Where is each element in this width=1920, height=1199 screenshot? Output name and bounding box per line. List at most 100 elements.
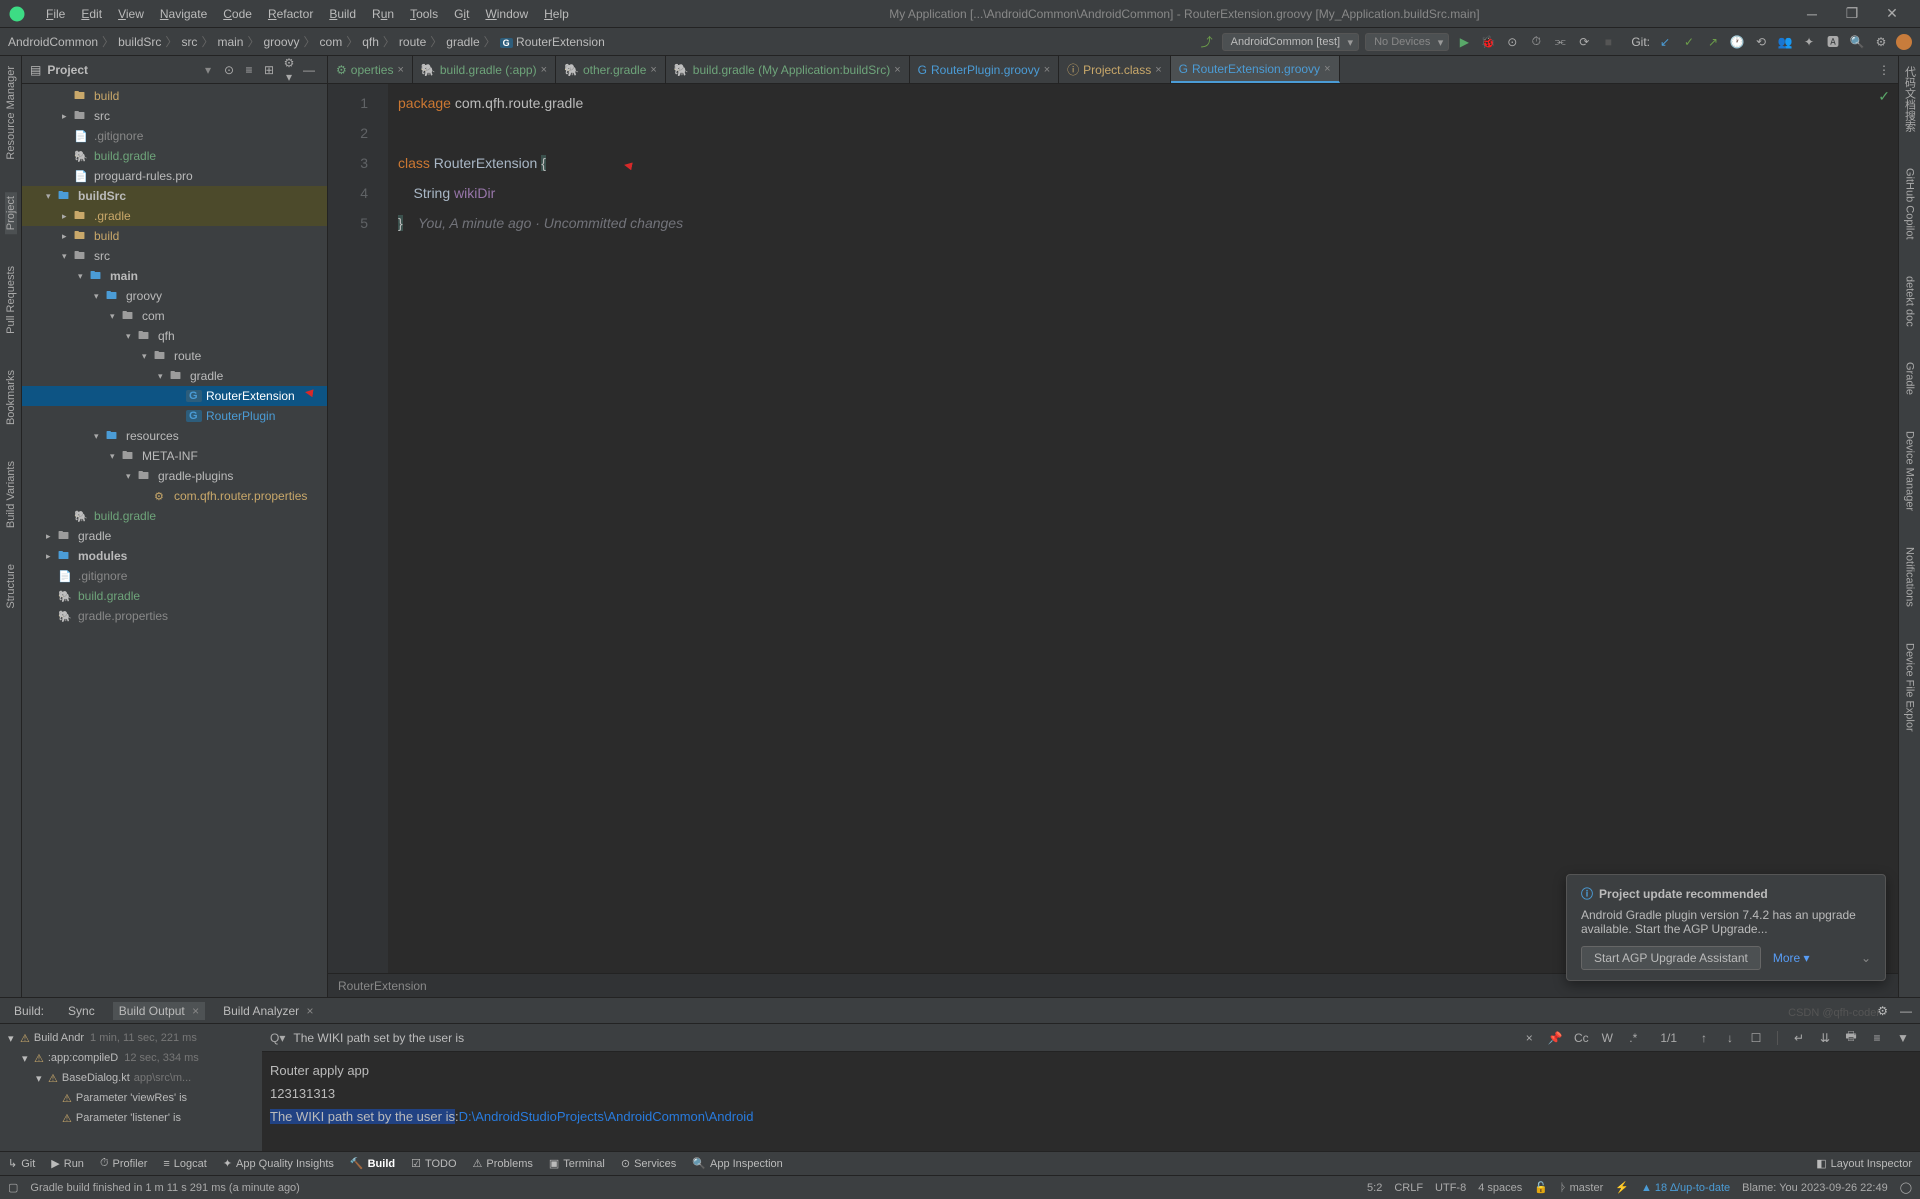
tree-item[interactable]: ▾🖿META-INF bbox=[22, 446, 327, 466]
build-tree[interactable]: ▾⚠Build Andr1 min, 11 sec, 221 ms▾⚠:app:… bbox=[0, 1024, 262, 1151]
tree-item[interactable]: 🐘build.gradle bbox=[22, 586, 327, 606]
code-content[interactable]: package com.qfh.route.gradle class Route… bbox=[388, 84, 1898, 973]
tree-item[interactable]: ▾🖿com bbox=[22, 306, 327, 326]
next-match-icon[interactable]: ↓ bbox=[1721, 1031, 1739, 1045]
tree-item[interactable]: ▾🖿route bbox=[22, 346, 327, 366]
search-icon[interactable]: 🔍 bbox=[1848, 33, 1866, 51]
right-notifications[interactable]: Notifications bbox=[1904, 543, 1916, 611]
build-icon[interactable]: ⤴ bbox=[1198, 33, 1216, 51]
profile-button[interactable]: ⏱ bbox=[1527, 33, 1545, 51]
git-rollback-icon[interactable]: ⟲ bbox=[1752, 33, 1770, 51]
console-output[interactable]: Router apply app 123131313 The WIKI path… bbox=[262, 1052, 1920, 1151]
build-tree-item[interactable]: ▾⚠:app:compileD12 sec, 334 ms bbox=[4, 1048, 258, 1068]
tree-item[interactable]: 📄proguard-rules.pro bbox=[22, 166, 327, 186]
build-tab-sync[interactable]: Sync bbox=[62, 1002, 101, 1020]
build-hide-icon[interactable]: — bbox=[1900, 1004, 1912, 1018]
tree-item[interactable]: ▸🖿modules bbox=[22, 546, 327, 566]
more-link[interactable]: More ▾ bbox=[1773, 951, 1810, 965]
stop-button[interactable]: ■ bbox=[1599, 33, 1617, 51]
analysis-ok-icon[interactable]: ✓ bbox=[1878, 88, 1890, 105]
editor-tab[interactable]: GRouterPlugin.groovy× bbox=[910, 56, 1060, 83]
build-tree-item[interactable]: ▾⚠Build Andr1 min, 11 sec, 221 ms bbox=[4, 1028, 258, 1048]
git-history-icon[interactable]: 🕐 bbox=[1728, 33, 1746, 51]
crumb[interactable]: buildSrc bbox=[118, 35, 161, 49]
soft-wrap-icon[interactable]: ↵ bbox=[1790, 1031, 1808, 1045]
left-project[interactable]: Project bbox=[5, 192, 17, 234]
menu-build[interactable]: Build bbox=[321, 7, 364, 21]
tree-item[interactable]: 📄.gitignore bbox=[22, 566, 327, 586]
expand-button[interactable]: ⊞ bbox=[259, 63, 279, 77]
tree-item[interactable]: ▸🖿src bbox=[22, 106, 327, 126]
settings-icon[interactable]: ⚙ bbox=[1872, 33, 1890, 51]
left-bookmarks[interactable]: Bookmarks bbox=[5, 366, 17, 429]
tree-item[interactable]: 🖿build bbox=[22, 86, 327, 106]
tab-more-icon[interactable]: ⋮ bbox=[1870, 63, 1898, 77]
tw-todo[interactable]: ☑ TODO bbox=[411, 1157, 456, 1170]
build-tree-item[interactable]: ⚠Parameter 'viewRes' is bbox=[4, 1088, 258, 1108]
editor-tab[interactable]: 🐘other.gradle× bbox=[556, 56, 666, 83]
close-icon[interactable]: × bbox=[307, 1004, 314, 1018]
tool-window-toggle-icon[interactable]: ▢ bbox=[8, 1181, 18, 1194]
git-blame[interactable]: Blame: You 2023-09-26 22:49 bbox=[1742, 1182, 1888, 1194]
tree-item[interactable]: 🐘gradle.properties bbox=[22, 606, 327, 626]
right-copilot[interactable]: GitHub Copilot bbox=[1904, 164, 1916, 244]
left-resource-manager[interactable]: Resource Manager bbox=[5, 62, 17, 164]
editor-tab[interactable]: ⚙operties× bbox=[328, 56, 413, 83]
avatar-icon[interactable] bbox=[1896, 34, 1912, 50]
right-file-explorer[interactable]: Device File Explor bbox=[1904, 639, 1916, 736]
build-tab-output[interactable]: Build Output × bbox=[113, 1002, 205, 1020]
crumb[interactable]: com bbox=[320, 35, 343, 49]
git-branch[interactable]: ᚦ master bbox=[1560, 1182, 1603, 1194]
crumb[interactable]: groovy bbox=[263, 35, 299, 49]
close-icon[interactable]: × bbox=[192, 1004, 199, 1018]
tw-git[interactable]: ↳ Git bbox=[8, 1157, 35, 1170]
match-case-icon[interactable]: Cc bbox=[1572, 1031, 1590, 1045]
maximize-button[interactable]: ❐ bbox=[1832, 5, 1872, 22]
tree-item[interactable]: ▾🖿buildSrc bbox=[22, 186, 327, 206]
indent[interactable]: 4 spaces bbox=[1478, 1182, 1522, 1194]
prev-match-icon[interactable]: ↑ bbox=[1695, 1031, 1713, 1045]
menu-run[interactable]: Run bbox=[364, 7, 402, 21]
device-combo[interactable]: No Devices bbox=[1365, 33, 1449, 51]
tree-item[interactable]: GRouterPlugin bbox=[22, 406, 327, 426]
editor-tab[interactable]: GRouterExtension.groovy× bbox=[1171, 56, 1340, 83]
right-device-manager[interactable]: Device Manager bbox=[1904, 427, 1916, 515]
search-input[interactable]: The WIKI path set by the user is bbox=[293, 1031, 1512, 1045]
tw-build[interactable]: 🔨 Build bbox=[350, 1157, 395, 1170]
tree-item[interactable]: ▸🖿build bbox=[22, 226, 327, 246]
locate-button[interactable]: ⊙ bbox=[219, 63, 239, 77]
crumb[interactable]: main bbox=[217, 35, 243, 49]
warnings[interactable]: ▲ 18 ∆/up-to-date bbox=[1641, 1182, 1730, 1194]
run-button[interactable]: ▶ bbox=[1455, 33, 1473, 51]
git-commit-icon[interactable]: ✓ bbox=[1680, 33, 1698, 51]
select-all-icon[interactable]: ☐ bbox=[1747, 1031, 1765, 1045]
coverage-button[interactable]: ⊙ bbox=[1503, 33, 1521, 51]
sync-button[interactable]: ⟳ bbox=[1575, 33, 1593, 51]
build-tab-analyzer[interactable]: Build Analyzer × bbox=[217, 1002, 319, 1020]
hide-panel-button[interactable]: — bbox=[299, 63, 319, 77]
crumb[interactable]: route bbox=[399, 35, 426, 49]
menu-view[interactable]: View bbox=[110, 7, 152, 21]
menu-window[interactable]: Window bbox=[477, 7, 536, 21]
close-icon[interactable]: × bbox=[397, 64, 403, 76]
tw-app-inspection[interactable]: 🔍 App Inspection bbox=[692, 1157, 782, 1170]
minimize-button[interactable]: ─ bbox=[1792, 6, 1832, 22]
tree-item[interactable]: ▸🖿gradle bbox=[22, 526, 327, 546]
tw-layout-inspector[interactable]: ◧ Layout Inspector bbox=[1816, 1157, 1912, 1170]
print-icon[interactable]: 🖶 bbox=[1842, 1027, 1860, 1048]
project-tree[interactable]: 🖿build▸🖿src 📄.gitignore🐘build.gradle 📄prog… bbox=[22, 84, 327, 997]
line-separator[interactable]: CRLF bbox=[1394, 1182, 1423, 1194]
close-icon[interactable]: × bbox=[541, 64, 547, 76]
tw-run[interactable]: ▶ Run bbox=[51, 1157, 84, 1170]
crumb[interactable]: qfh bbox=[362, 35, 379, 49]
project-panel-title[interactable]: Project bbox=[47, 63, 205, 77]
search-pin-icon[interactable]: 📌 bbox=[1546, 1031, 1564, 1045]
build-tree-item[interactable]: ▾⚠BaseDialog.ktapp\src\m... bbox=[4, 1068, 258, 1088]
left-structure[interactable]: Structure bbox=[5, 560, 17, 613]
translate-icon[interactable]: 🅰 bbox=[1824, 33, 1842, 51]
crumb-current[interactable]: G RouterExtension bbox=[500, 35, 605, 49]
words-icon[interactable]: W bbox=[1598, 1031, 1616, 1045]
tree-item[interactable]: ▾🖿gradle-plugins bbox=[22, 466, 327, 486]
tree-item[interactable]: ▾🖿resources bbox=[22, 426, 327, 446]
menu-edit[interactable]: Edit bbox=[73, 7, 110, 21]
